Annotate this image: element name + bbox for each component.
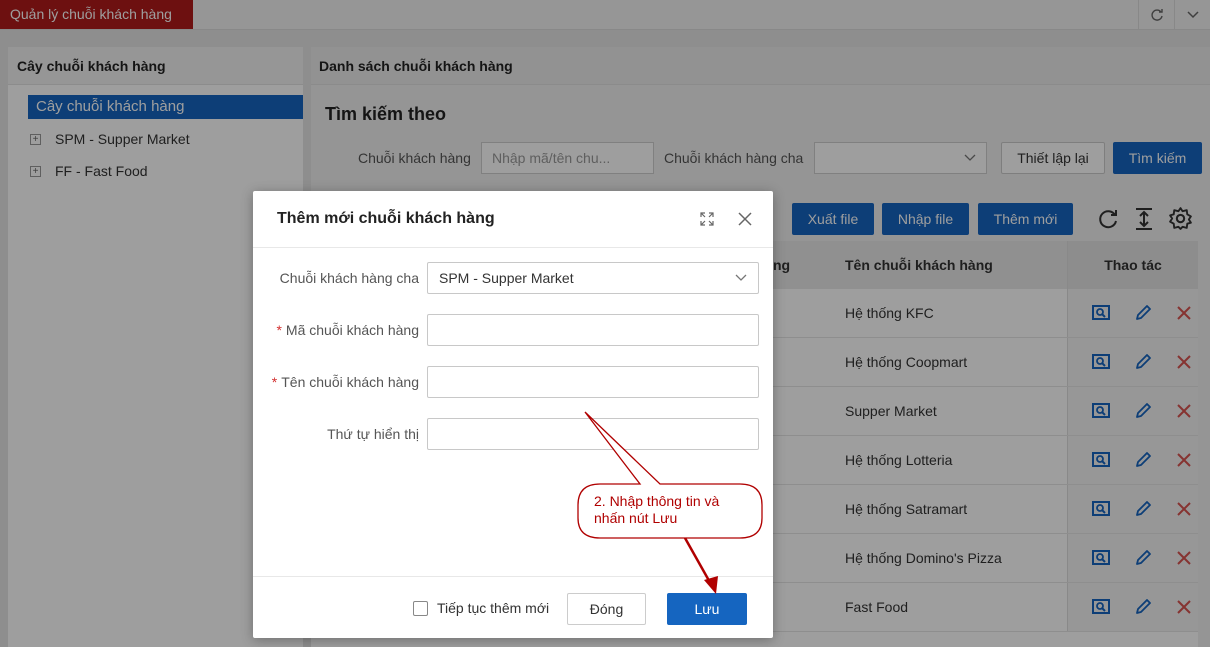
dialog-title: Thêm mới chuỗi khách hàng: [277, 210, 495, 227]
fullscreen-icon[interactable]: [697, 209, 717, 229]
display-order-field-label: Thứ tự hiển thị: [327, 426, 419, 442]
add-chain-dialog: Thêm mới chuỗi khách hàng Chuỗi khách hà…: [253, 191, 773, 638]
save-button[interactable]: Lưu: [667, 593, 747, 625]
close-icon[interactable]: [735, 209, 755, 229]
close-button[interactable]: Đóng: [567, 593, 646, 625]
continue-adding-label[interactable]: Tiếp tục thêm mới: [437, 600, 549, 616]
chain-name-field[interactable]: [427, 366, 759, 398]
callout-text: 2. Nhập thông tin và nhấn nút Lưu: [594, 493, 720, 526]
chain-code-field-label: * Mã chuỗi khách hàng: [276, 322, 419, 338]
parent-chain-field[interactable]: SPM - Supper Market: [427, 262, 759, 294]
parent-chain-field-value: SPM - Supper Market: [439, 270, 574, 286]
continue-adding-checkbox[interactable]: [413, 601, 428, 616]
parent-chain-field-label: Chuỗi khách hàng cha: [279, 270, 419, 286]
chain-name-field-label: * Tên chuỗi khách hàng: [271, 374, 419, 390]
chain-code-field[interactable]: [427, 314, 759, 346]
dialog-footer: Tiếp tục thêm mới Đóng Lưu: [253, 576, 773, 638]
chevron-down-icon: [735, 274, 747, 281]
required-marker: *: [276, 322, 282, 338]
required-marker: *: [271, 374, 278, 390]
dialog-header: Thêm mới chuỗi khách hàng: [253, 191, 773, 248]
display-order-field[interactable]: [427, 418, 759, 450]
